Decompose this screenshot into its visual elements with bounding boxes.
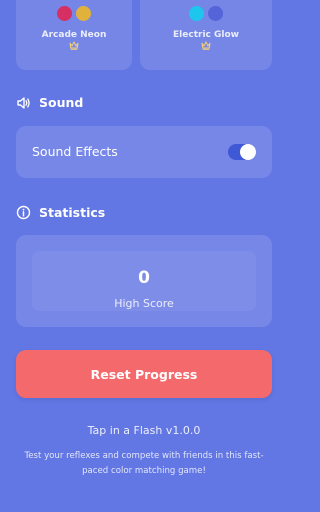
- high-score-stat: 0 High Score: [32, 251, 256, 311]
- color-swatch: [189, 6, 204, 21]
- sound-title: Sound: [39, 95, 84, 110]
- color-swatch: [76, 6, 91, 21]
- statistics-title: Statistics: [39, 205, 106, 220]
- sound-effects-label: Sound Effects: [32, 144, 118, 159]
- speaker-icon: [16, 96, 31, 110]
- theme-name: Arcade Neon: [41, 30, 107, 40]
- color-swatch: [208, 6, 223, 21]
- theme-color-dots: [16, 6, 132, 21]
- sound-effects-toggle[interactable]: [228, 144, 256, 160]
- reset-progress-button[interactable]: Reset Progress: [16, 350, 272, 398]
- sound-effects-card: Sound Effects: [16, 126, 272, 178]
- theme-color-dots: [140, 6, 272, 21]
- high-score-value: 0: [138, 268, 150, 288]
- theme-card-electric-glow[interactable]: Electric Glow: [140, 0, 272, 70]
- theme-name: Electric Glow: [173, 30, 239, 40]
- high-score-label: High Score: [114, 297, 174, 310]
- sound-section-title: Sound: [16, 95, 83, 110]
- info-icon: [16, 205, 31, 220]
- crown-icon: [16, 41, 132, 50]
- color-swatch: [57, 6, 72, 21]
- statistics-card: 0 High Score: [16, 235, 272, 327]
- toggle-knob: [240, 144, 256, 160]
- statistics-section-title: Statistics: [16, 205, 105, 220]
- app-version: Tap in a Flash v1.0.0: [87, 424, 201, 437]
- crown-icon: [140, 41, 272, 50]
- app-description: Test your reflexes and compete with frie…: [24, 451, 264, 476]
- theme-card-arcade-neon[interactable]: Arcade Neon: [16, 0, 132, 70]
